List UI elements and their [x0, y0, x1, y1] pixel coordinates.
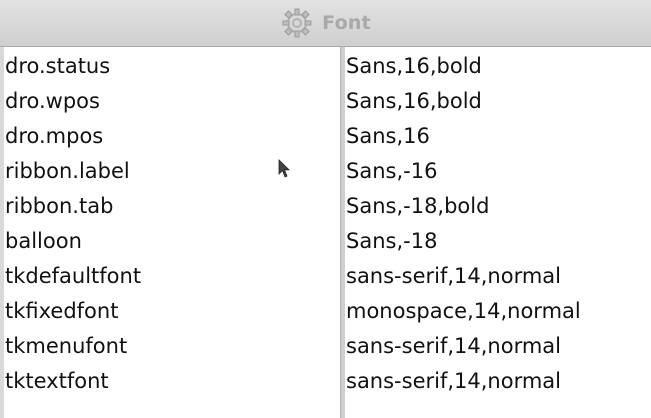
font-value-item[interactable]: Sans,-16: [345, 154, 651, 189]
font-value-list[interactable]: Sans,16,bold Sans,16,bold Sans,16 Sans,-…: [345, 47, 651, 418]
font-name-list[interactable]: dro.status dro.wpos dro.mpos ribbon.labe…: [0, 47, 340, 418]
mouse-cursor-icon: [278, 159, 290, 179]
font-value-item[interactable]: sans-serif,14,normal: [345, 329, 651, 364]
font-name-item[interactable]: tkdefaultfont: [4, 259, 340, 294]
font-value-item[interactable]: monospace,14,normal: [345, 294, 651, 329]
gear-icon: [280, 6, 314, 40]
font-value-item[interactable]: Sans,-18: [345, 224, 651, 259]
font-value-item[interactable]: Sans,-18,bold: [345, 189, 651, 224]
font-name-item[interactable]: balloon: [4, 224, 340, 259]
font-value-item[interactable]: Sans,16,bold: [345, 49, 651, 84]
window-title: Font: [322, 12, 371, 34]
font-name-item[interactable]: dro.status: [4, 49, 340, 84]
font-value-item[interactable]: Sans,16: [345, 119, 651, 154]
font-value-item[interactable]: Sans,16,bold: [345, 84, 651, 119]
title-bar: Font: [0, 0, 651, 47]
font-name-item[interactable]: dro.mpos: [4, 119, 340, 154]
font-value-item[interactable]: sans-serif,14,normal: [345, 259, 651, 294]
font-name-item[interactable]: ribbon.tab: [4, 189, 340, 224]
font-name-item[interactable]: tkfixedfont: [4, 294, 340, 329]
font-value-item[interactable]: sans-serif,14,normal: [345, 364, 651, 399]
font-name-item[interactable]: dro.wpos: [4, 84, 340, 119]
font-name-item[interactable]: tktextfont: [4, 364, 340, 399]
font-name-item[interactable]: tkmenufont: [4, 329, 340, 364]
